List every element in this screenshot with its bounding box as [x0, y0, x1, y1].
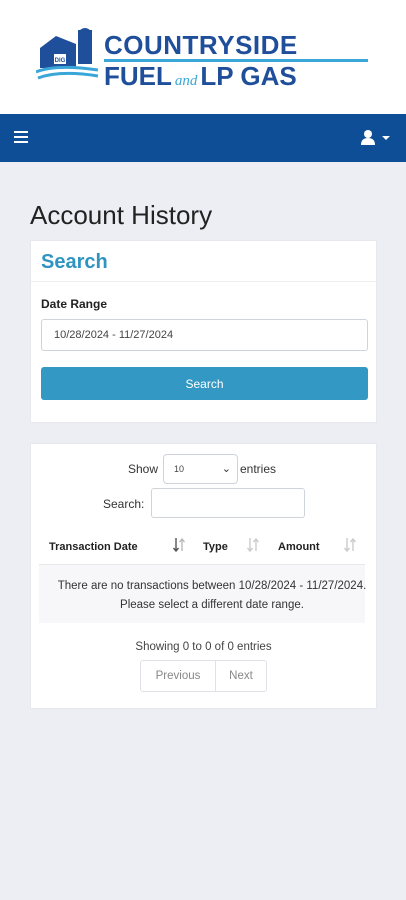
- page-title: Account History: [30, 200, 213, 230]
- table-info: Showing 0 to 0 of 0 entries: [135, 641, 272, 653]
- entries-length-select[interactable]: 10 ⌄: [163, 454, 238, 484]
- search-card: Search Date Range Search: [30, 240, 377, 423]
- top-navbar: [0, 114, 406, 162]
- user-icon: [361, 130, 390, 145]
- date-range-label: Date Range: [41, 297, 108, 311]
- logo-text-and: and: [174, 73, 198, 89]
- search-card-heading: Search: [41, 251, 108, 273]
- next-page-button[interactable]: Next: [216, 661, 266, 691]
- column-header-amount[interactable]: Amount: [278, 541, 320, 553]
- sort-desc-icon[interactable]: [173, 537, 185, 553]
- entries-length-value: 10: [174, 464, 185, 474]
- logo-text-fuel: FUEL: [104, 61, 172, 91]
- column-header-type[interactable]: Type: [203, 541, 228, 553]
- search-button[interactable]: Search: [41, 367, 368, 400]
- divider: [31, 281, 376, 282]
- column-header-transaction-date[interactable]: Transaction Date: [49, 541, 138, 553]
- logo-text-lp-gas: LP GAS: [200, 61, 297, 91]
- previous-page-button[interactable]: Previous: [141, 661, 216, 691]
- barn-logo-icon: DIG: [36, 28, 99, 80]
- empty-message: There are no transactions between 10/28/…: [57, 580, 367, 611]
- pagination: Previous Next: [140, 660, 267, 692]
- transactions-card: Show 10 ⌄ entries Search: Transaction Da…: [30, 443, 377, 709]
- sort-icon[interactable]: [344, 537, 356, 553]
- logo-header: DIG COUNTRYSIDE FUEL and LP GAS: [0, 0, 406, 114]
- user-menu-toggle[interactable]: [360, 128, 396, 148]
- svg-text:DIG: DIG: [55, 58, 66, 64]
- logo-text-countryside: COUNTRYSIDE: [104, 30, 298, 60]
- table-empty-row: There are no transactions between 10/28/…: [39, 565, 367, 623]
- caret-down-icon: [382, 136, 390, 140]
- company-logo[interactable]: DIG COUNTRYSIDE FUEL and LP GAS: [36, 24, 370, 92]
- chevron-down-icon: ⌄: [221, 463, 231, 475]
- hamburger-icon[interactable]: [14, 131, 28, 145]
- length-control: Show 10 ⌄ entries: [31, 454, 376, 484]
- sort-icon[interactable]: [247, 537, 259, 553]
- table-search-input[interactable]: [151, 488, 305, 518]
- date-range-input[interactable]: [41, 319, 368, 351]
- table-search-label: Search:: [103, 497, 145, 511]
- entries-label: entries: [240, 462, 277, 476]
- table-header: Transaction Date Type Amount: [39, 529, 365, 565]
- logo-text-fuel-lp-gas: FUEL and LP GAS: [104, 63, 297, 94]
- show-label: Show: [128, 462, 159, 476]
